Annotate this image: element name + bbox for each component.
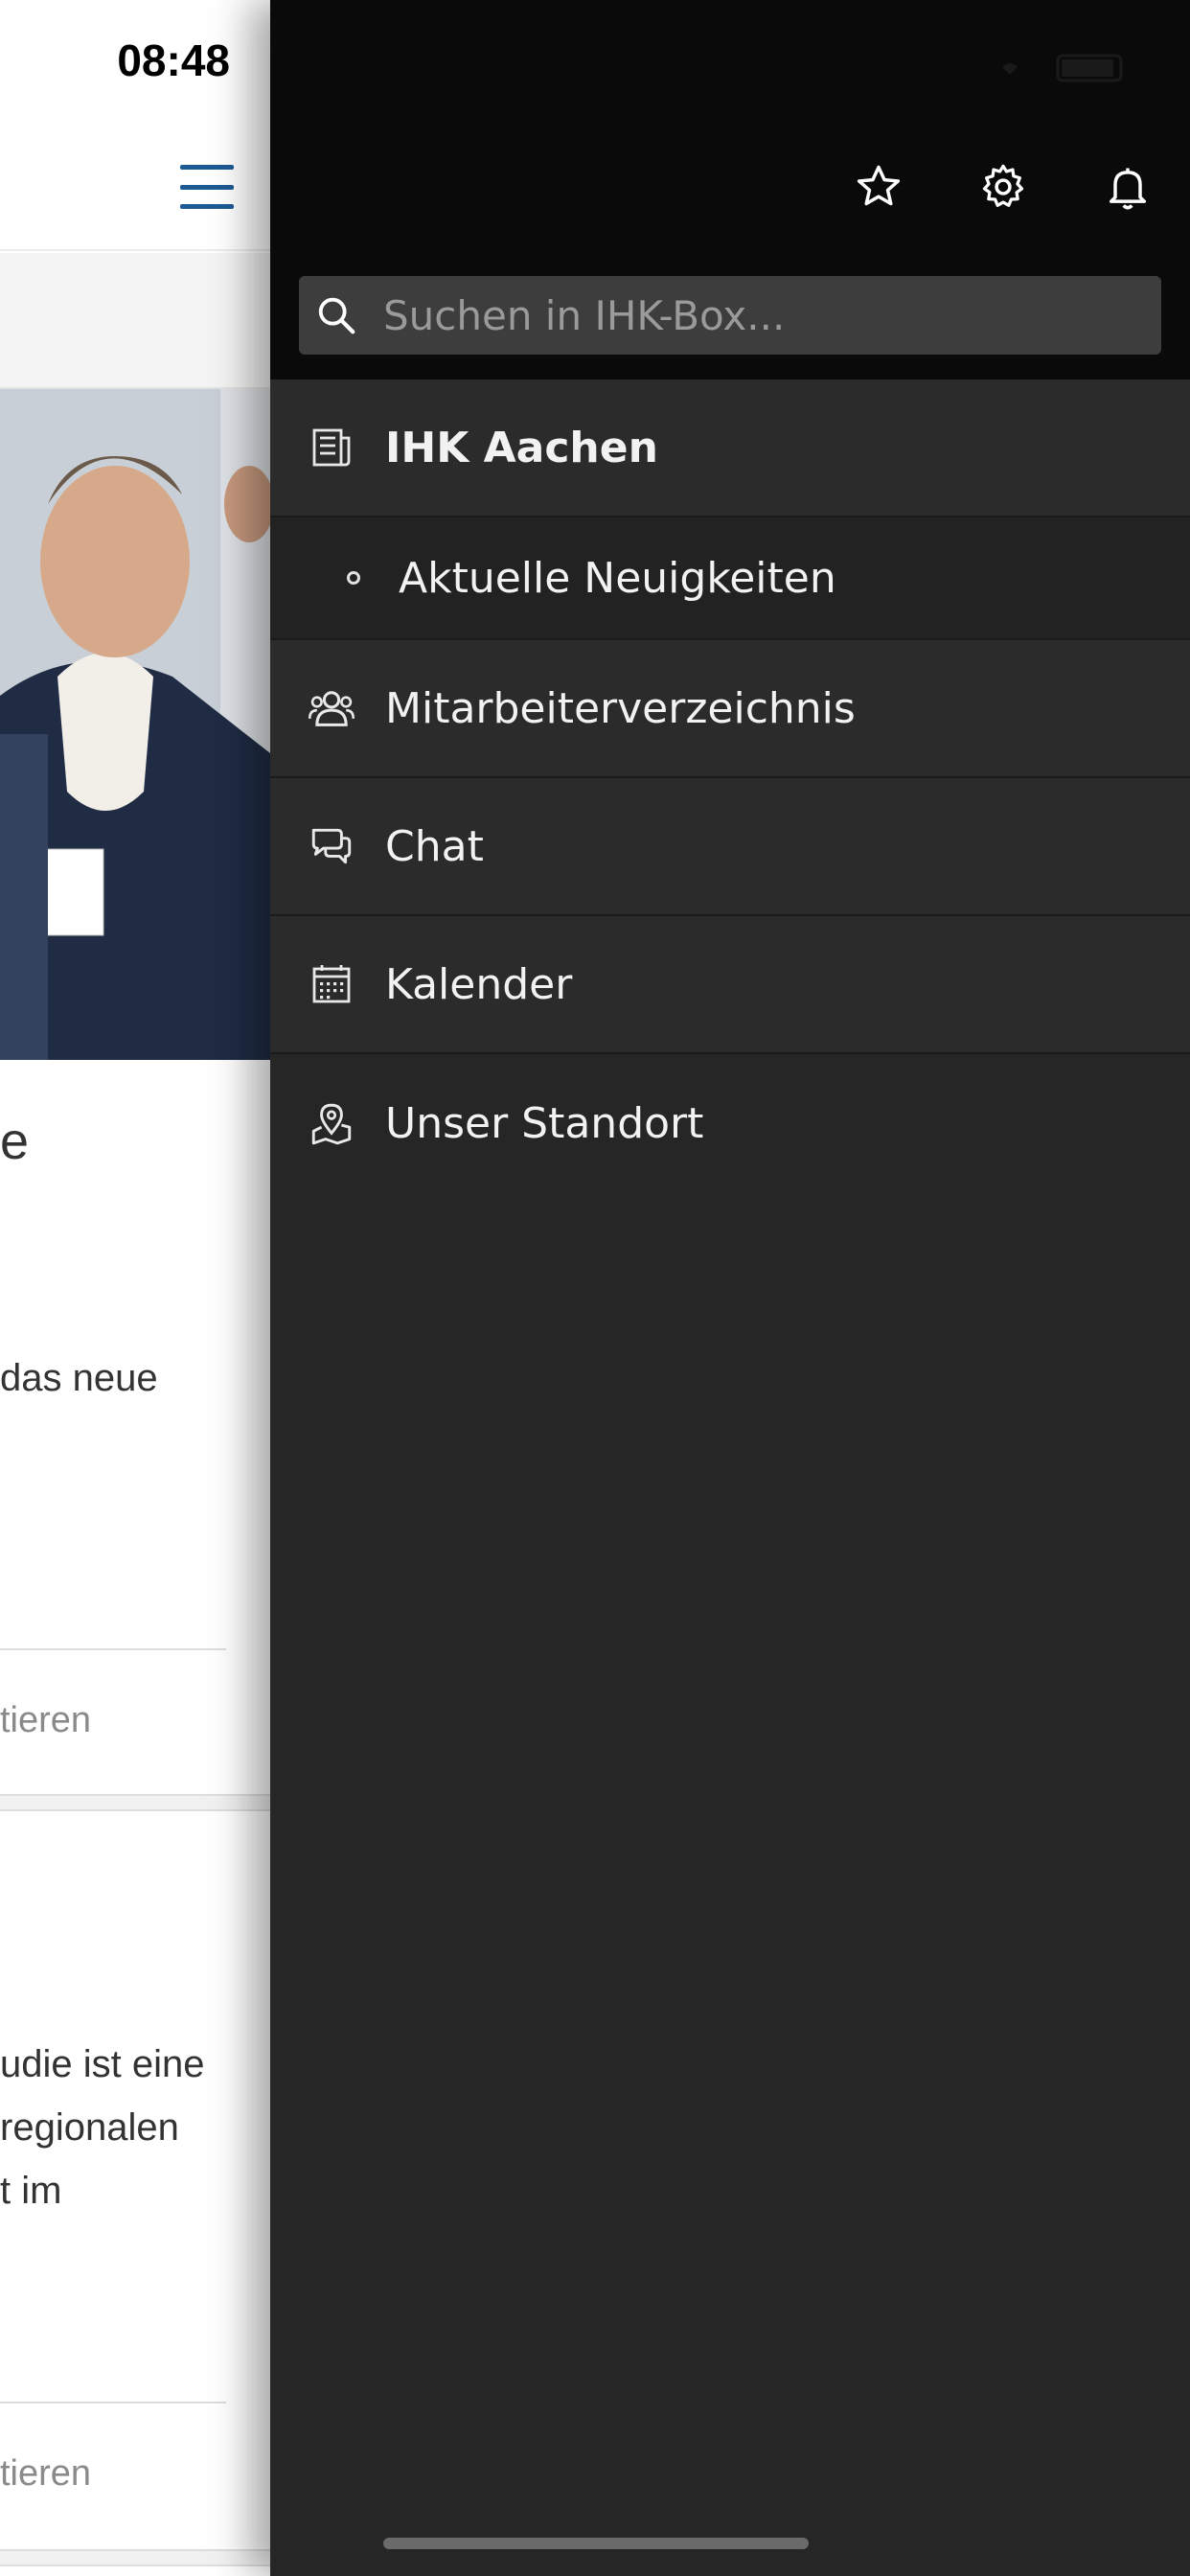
calendar-icon (305, 957, 358, 1011)
article-title-fragment: e (0, 1113, 30, 1170)
article-text-fragment: regionalen (0, 2106, 179, 2149)
article-text-fragment: t im (0, 2170, 62, 2212)
divider (0, 1648, 226, 1650)
drawer-header (270, 0, 1190, 380)
menu-item-label: IHK Aachen (385, 423, 658, 472)
menu-item-kalender[interactable]: Kalender (270, 916, 1190, 1054)
article-image[interactable] (0, 389, 270, 1060)
menu-item-label: Aktuelle Neuigkeiten (399, 553, 836, 603)
menu-item-ihk-aachen[interactable]: IHK Aachen (270, 380, 1190, 518)
card-separator (0, 2549, 270, 2566)
favorites-star-icon[interactable] (845, 153, 912, 220)
search-input[interactable] (383, 291, 1161, 339)
menu-item-aktuelle-neuigkeiten[interactable]: Aktuelle Neuigkeiten (270, 518, 1190, 640)
drawer-menu: IHK Aachen Aktuelle Neuigkeiten Mitarbei… (270, 380, 1190, 1192)
menu-item-chat[interactable]: Chat (270, 778, 1190, 916)
navigation-drawer: IHK Aachen Aktuelle Neuigkeiten Mitarbei… (270, 0, 1190, 2576)
settings-gear-icon[interactable] (970, 153, 1037, 220)
comment-action[interactable]: tieren (0, 2453, 91, 2495)
notifications-bell-icon[interactable] (1094, 153, 1161, 220)
menu-item-label: Unser Standort (385, 1098, 704, 1148)
chat-icon (305, 819, 358, 873)
menu-item-unser-standort[interactable]: Unser Standort (270, 1054, 1190, 1192)
hamburger-menu-icon[interactable] (180, 165, 234, 209)
menu-item-mitarbeiterverzeichnis[interactable]: Mitarbeiterverzeichnis (270, 640, 1190, 778)
status-time: 08:48 (117, 35, 230, 85)
search-icon (318, 297, 355, 334)
card-separator (0, 1794, 270, 1811)
menu-item-label: Mitarbeiterverzeichnis (385, 683, 856, 733)
background-app: 08:48 e das neue tieren udie ist eine re… (0, 0, 270, 2576)
people-icon (305, 681, 358, 735)
divider (0, 2402, 226, 2404)
menu-item-label: Chat (385, 821, 484, 871)
news-icon (305, 421, 358, 474)
menu-item-label: Kalender (385, 959, 573, 1009)
map-pin-icon (305, 1096, 358, 1150)
status-icons (1002, 54, 1123, 82)
app-subheader (0, 253, 270, 389)
comment-action[interactable]: tieren (0, 1700, 91, 1741)
search-bar[interactable] (299, 276, 1161, 355)
article-text-fragment: udie ist eine (0, 2043, 205, 2085)
bullet-icon (347, 571, 360, 585)
home-indicator[interactable] (383, 2538, 809, 2549)
article-text-fragment: das neue (0, 1357, 158, 1399)
